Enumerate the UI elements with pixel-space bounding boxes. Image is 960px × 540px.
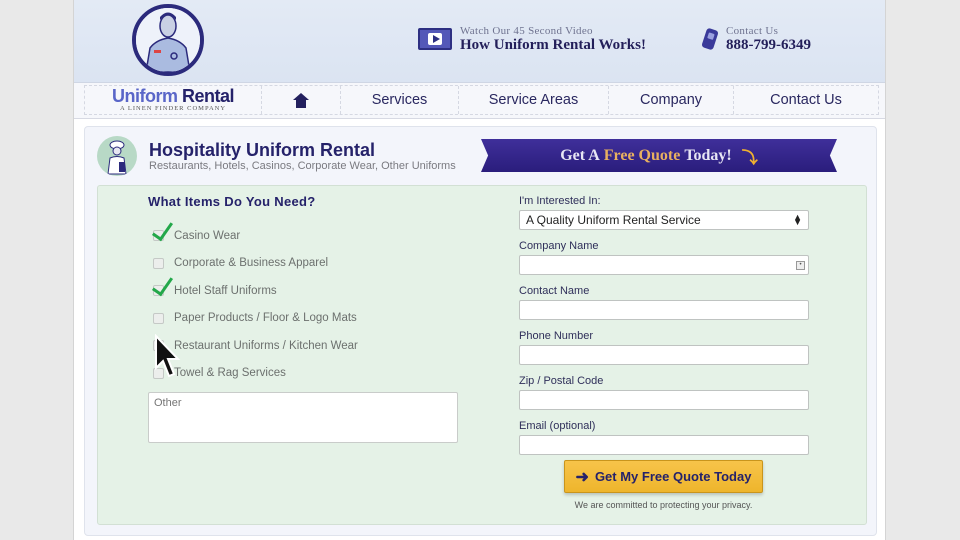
- banner-text-highlight: Free Quote: [603, 146, 681, 164]
- select-arrows-icon: ▲ ▼: [793, 212, 802, 227]
- checkbox-label: Corporate & Business Apparel: [174, 257, 329, 270]
- main-nav: Uniform Rental A LINEN FINDER COMPANY Se…: [74, 83, 885, 119]
- page-subtitle: Restaurants, Hotels, Casinos, Corporate …: [149, 159, 456, 172]
- privacy-note: We are committed to protecting your priv…: [574, 500, 753, 510]
- checkbox-restaurant-uniforms[interactable]: Restaurant Uniforms / Kitchen Wear: [153, 332, 358, 360]
- right-arrow-icon: ➜: [575, 468, 589, 486]
- phone-number[interactable]: 888-799-6349: [726, 37, 811, 53]
- checkbox-label: Hotel Staff Uniforms: [174, 284, 277, 297]
- home-icon: [293, 92, 309, 108]
- phone-label: Phone Number: [519, 330, 593, 342]
- zip-label: Zip / Postal Code: [519, 375, 604, 387]
- checkbox[interactable]: [153, 285, 164, 297]
- checkbox-towel-rag[interactable]: Towel & Rag Services: [153, 360, 358, 388]
- video-link[interactable]: Watch Our 45 Second Video How Uniform Re…: [418, 25, 646, 53]
- zip-code-input[interactable]: [519, 390, 809, 410]
- email-input[interactable]: [519, 435, 809, 455]
- contact-name-input[interactable]: [519, 300, 809, 320]
- nav-home[interactable]: [262, 86, 341, 114]
- page-container: Watch Our 45 Second Video How Uniform Re…: [73, 0, 886, 540]
- interested-selected-value: A Quality Uniform Rental Service: [526, 213, 701, 227]
- get-quote-button[interactable]: ➜ Get My Free Quote Today: [564, 460, 763, 493]
- chef-icon: [97, 136, 137, 176]
- checkbox[interactable]: [153, 312, 164, 324]
- nav-contact-us[interactable]: Contact Us: [734, 86, 878, 114]
- uniform-man-logo-icon[interactable]: [132, 4, 204, 76]
- quote-panel: Hospitality Uniform Rental Restaurants, …: [84, 126, 877, 536]
- video-title: How Uniform Rental Works!: [460, 37, 646, 53]
- checkbox-paper-products[interactable]: Paper Products / Floor & Logo Mats: [153, 305, 358, 333]
- play-video-icon: [418, 28, 452, 50]
- checkbox-label: Restaurant Uniforms / Kitchen Wear: [174, 339, 358, 352]
- nav-service-areas[interactable]: Service Areas: [459, 86, 609, 114]
- checkbox-corporate-apparel[interactable]: Corporate & Business Apparel: [153, 250, 358, 278]
- quote-form: What Items Do You Need? Casino Wear Corp…: [97, 185, 867, 525]
- autofill-key-icon[interactable]: •: [796, 261, 805, 270]
- checkbox-casino-wear[interactable]: Casino Wear: [153, 222, 358, 250]
- checkbox[interactable]: [153, 257, 164, 269]
- company-label: Company Name: [519, 240, 599, 252]
- checkbox-label: Paper Products / Floor & Logo Mats: [174, 312, 357, 325]
- brand-tagline: A LINEN FINDER COMPANY: [119, 105, 227, 112]
- brand-name-second: Rental: [182, 86, 235, 106]
- site-header: Watch Our 45 Second Video How Uniform Re…: [74, 0, 885, 83]
- contact-caption: Contact Us: [726, 25, 779, 37]
- items-heading: What Items Do You Need?: [148, 194, 316, 209]
- video-caption: Watch Our 45 Second Video: [460, 25, 593, 37]
- company-name-input[interactable]: •: [519, 255, 809, 275]
- page-title: Hospitality Uniform Rental: [149, 139, 376, 160]
- header-contact[interactable]: Contact Us 888-799-6349: [701, 25, 811, 53]
- checkbox-hotel-staff[interactable]: Hotel Staff Uniforms: [153, 277, 358, 305]
- banner-text-post: Today!: [684, 146, 732, 164]
- submit-label: Get My Free Quote Today: [594, 469, 752, 484]
- interested-label: I'm Interested In:: [519, 195, 601, 207]
- other-items-textarea[interactable]: [148, 392, 458, 443]
- cell-phone-icon: [701, 27, 719, 51]
- email-label: Email (optional): [519, 420, 596, 432]
- interested-select[interactable]: A Quality Uniform Rental Service ▲ ▼: [519, 210, 809, 230]
- nav-company[interactable]: Company: [609, 86, 734, 114]
- brand-name-first: Uniform: [111, 86, 178, 106]
- mouse-cursor-icon: [155, 334, 181, 378]
- checkbox-label: Casino Wear: [174, 229, 241, 242]
- nav-services[interactable]: Services: [341, 86, 459, 114]
- curved-arrow-icon: ⤵: [741, 149, 758, 167]
- banner-text-pre: Get A: [560, 146, 600, 164]
- checkbox[interactable]: [153, 230, 164, 242]
- contact-label: Contact Name: [519, 285, 590, 297]
- free-quote-banner: Get A Free Quote Today! ⤵: [481, 139, 837, 172]
- phone-number-input[interactable]: [519, 345, 809, 365]
- brand-logo-link[interactable]: Uniform Rental A LINEN FINDER COMPANY: [85, 86, 262, 114]
- items-checklist: Casino Wear Corporate & Business Apparel…: [153, 222, 358, 387]
- checkbox-label: Towel & Rag Services: [174, 367, 286, 380]
